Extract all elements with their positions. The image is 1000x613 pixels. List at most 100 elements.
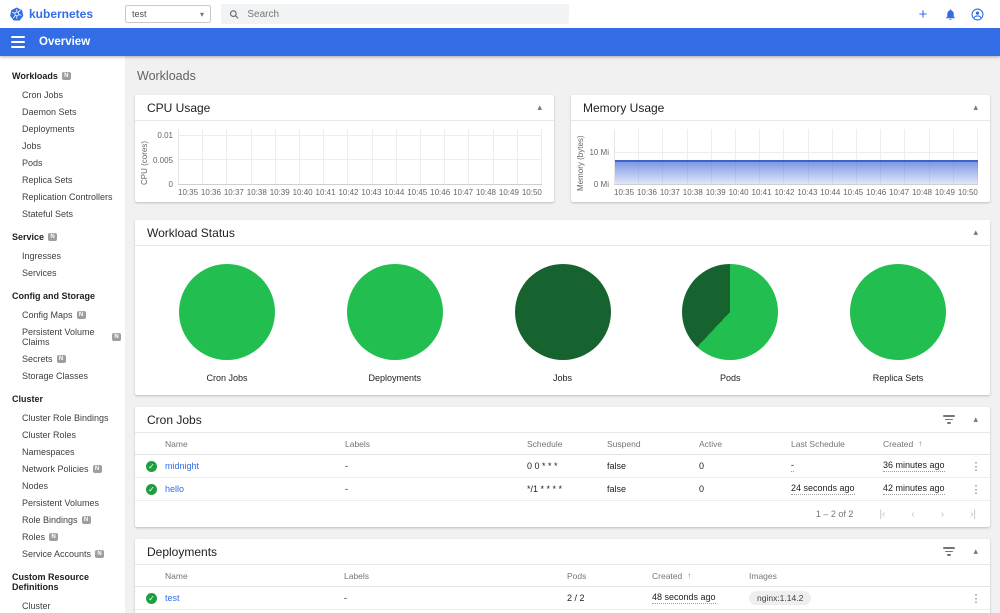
sidebar-item[interactable]: Config Maps bbox=[0, 306, 125, 323]
sidebar-item[interactable]: Roles bbox=[0, 528, 125, 545]
sidebar-item-label: Cluster bbox=[22, 600, 51, 611]
sidebar-item[interactable]: Cluster bbox=[0, 597, 125, 613]
resource-name-link[interactable]: test bbox=[165, 593, 344, 603]
sidebar-item[interactable]: Storage Classes bbox=[0, 367, 125, 384]
sidebar-item[interactable]: Role Bindings bbox=[0, 511, 125, 528]
sidebar-item-label: Services bbox=[22, 267, 57, 278]
kubernetes-logo[interactable]: kubernetes bbox=[0, 7, 125, 21]
col-suspend[interactable]: Suspend bbox=[607, 439, 699, 449]
x-tick-label: 10:42 bbox=[774, 188, 795, 197]
sidebar-item-label: Jobs bbox=[22, 140, 42, 151]
row-menu-button[interactable] bbox=[962, 460, 990, 473]
sidebar-section-header[interactable]: Cluster bbox=[0, 389, 125, 409]
x-tick-label: 10:44 bbox=[384, 188, 405, 197]
resource-name-link[interactable]: midnight bbox=[165, 461, 345, 471]
pie-figure: Replica Sets bbox=[850, 264, 946, 383]
sidebar-item[interactable]: Ingresses bbox=[0, 247, 125, 264]
card-title: Memory Usage bbox=[583, 100, 665, 115]
col-created[interactable]: Created bbox=[652, 571, 749, 581]
sidebar-item[interactable]: Services bbox=[0, 264, 125, 281]
sidebar-item[interactable]: Secrets bbox=[0, 350, 125, 367]
sidebar-item[interactable]: Persistent Volumes bbox=[0, 494, 125, 511]
sidebar-item[interactable]: Service Accounts bbox=[0, 545, 125, 562]
filter-button[interactable] bbox=[943, 547, 956, 556]
collapse-card-button[interactable] bbox=[973, 228, 978, 237]
col-images[interactable]: Images bbox=[749, 571, 962, 581]
sidebar-section-header[interactable]: Workloads bbox=[0, 66, 125, 86]
sidebar-item-label: Stateful Sets bbox=[22, 208, 74, 219]
labels-cell: - bbox=[345, 461, 348, 471]
x-tick-label: 10:43 bbox=[797, 188, 818, 197]
collapse-card-button[interactable] bbox=[973, 547, 978, 556]
col-schedule[interactable]: Schedule bbox=[527, 439, 607, 449]
x-tick-label: 10:38 bbox=[682, 188, 703, 197]
user-icon bbox=[971, 8, 983, 20]
page-toolbar: Overview bbox=[0, 28, 1000, 56]
first-page-button[interactable] bbox=[879, 509, 885, 520]
create-resource-button[interactable]: + bbox=[916, 7, 930, 22]
sidebar-item[interactable]: Deployments bbox=[0, 120, 125, 137]
col-name[interactable]: Name bbox=[165, 571, 344, 581]
pie-label: Cron Jobs bbox=[206, 373, 248, 383]
namespaced-badge-icon bbox=[56, 354, 66, 363]
sidebar-item[interactable]: Pods bbox=[0, 154, 125, 171]
sidebar-item[interactable]: Jobs bbox=[0, 137, 125, 154]
col-labels[interactable]: Labels bbox=[345, 439, 527, 449]
sidebar-item[interactable]: Network Policies bbox=[0, 460, 125, 477]
filter-button[interactable] bbox=[943, 415, 956, 424]
sidebar-item[interactable]: Namespaces bbox=[0, 443, 125, 460]
menu-button[interactable] bbox=[11, 36, 25, 48]
sidebar-item[interactable]: Replication Controllers bbox=[0, 188, 125, 205]
sidebar-item[interactable]: Daemon Sets bbox=[0, 103, 125, 120]
col-last-schedule[interactable]: Last Schedule bbox=[791, 439, 883, 449]
col-pods[interactable]: Pods bbox=[567, 571, 652, 581]
sidebar-item[interactable]: Replica Sets bbox=[0, 171, 125, 188]
app-header: kubernetes test ▾ + bbox=[0, 0, 1000, 28]
x-tick-label: 10:36 bbox=[636, 188, 657, 197]
sidebar-section: Config and Storage Config Maps Per bbox=[0, 286, 125, 384]
x-tick-label: 10:37 bbox=[659, 188, 680, 197]
previous-page-button[interactable] bbox=[911, 509, 914, 520]
sidebar-item[interactable]: Nodes bbox=[0, 477, 125, 494]
sidebar-sections: Workloads Cron Jobs Daemon Sets bbox=[0, 66, 125, 613]
col-created[interactable]: Created bbox=[883, 439, 962, 449]
collapse-card-button[interactable] bbox=[973, 103, 978, 112]
search-input[interactable] bbox=[247, 8, 561, 20]
next-page-button[interactable] bbox=[941, 509, 944, 520]
sidebar-item[interactable]: Cron Jobs bbox=[0, 86, 125, 103]
card-title: Deployments bbox=[147, 544, 218, 559]
collapse-card-button[interactable] bbox=[973, 415, 978, 424]
col-labels[interactable]: Labels bbox=[344, 571, 567, 581]
y-axis-ticks: 0 Mi 10 Mi bbox=[589, 148, 609, 189]
search-bar[interactable] bbox=[221, 4, 569, 24]
namespaced-badge-icon bbox=[49, 532, 59, 541]
collapse-card-button[interactable] bbox=[537, 103, 542, 112]
sidebar-item-label: Daemon Sets bbox=[22, 106, 77, 117]
col-name[interactable]: Name bbox=[165, 439, 345, 449]
sidebar-section-header[interactable]: Custom Resource Definitions bbox=[0, 567, 125, 597]
card-title: Workload Status bbox=[147, 225, 235, 240]
pie-figure: Pods bbox=[682, 264, 779, 383]
status-ok-icon bbox=[146, 460, 157, 472]
col-active[interactable]: Active bbox=[699, 439, 791, 449]
pie-label: Jobs bbox=[552, 373, 572, 383]
sort-ascending-icon bbox=[687, 571, 691, 580]
account-button[interactable] bbox=[970, 7, 984, 21]
sidebar-section-label: Custom Resource Definitions bbox=[12, 572, 90, 592]
y-axis-label: CPU (cores) bbox=[140, 141, 149, 186]
sidebar-section-header[interactable]: Service bbox=[0, 227, 125, 247]
sidebar-section: Custom Resource Definitions Cluster bbox=[0, 567, 125, 613]
namespace-select[interactable]: test ▾ bbox=[125, 5, 211, 23]
sidebar-item[interactable]: Cluster Roles bbox=[0, 426, 125, 443]
row-menu-button[interactable] bbox=[962, 592, 990, 605]
sidebar-item[interactable]: Cluster Role Bindings bbox=[0, 409, 125, 426]
sidebar-section: Cluster Cluster Role Bindings Cluster Ro… bbox=[0, 389, 125, 562]
sidebar-item[interactable]: Stateful Sets bbox=[0, 205, 125, 222]
sidebar-section-header[interactable]: Config and Storage bbox=[0, 286, 125, 306]
notifications-button[interactable] bbox=[943, 7, 957, 21]
resource-name-link[interactable]: hello bbox=[165, 484, 345, 494]
x-tick-label: 10:38 bbox=[246, 188, 267, 197]
row-menu-button[interactable] bbox=[962, 483, 990, 496]
sidebar-item[interactable]: Persistent Volume Claims bbox=[0, 323, 125, 350]
last-page-button[interactable] bbox=[970, 509, 976, 520]
